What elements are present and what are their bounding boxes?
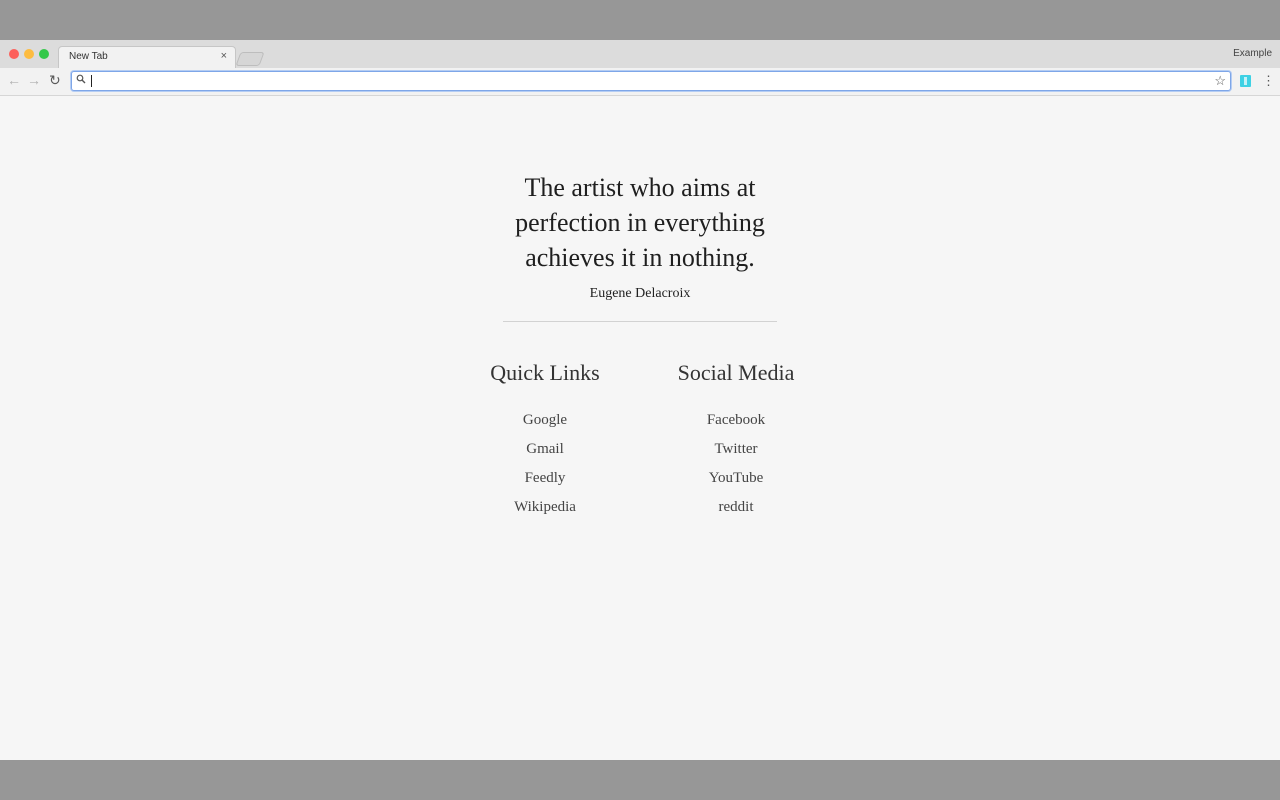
minimize-window-button[interactable] bbox=[24, 49, 34, 59]
quote-line: perfection in everything bbox=[515, 208, 765, 237]
address-input[interactable] bbox=[90, 73, 1200, 88]
quick-links-title: Quick Links bbox=[490, 360, 600, 385]
link-feedly[interactable]: Feedly bbox=[450, 464, 640, 493]
star-icon[interactable]: ☆ bbox=[1214, 73, 1226, 88]
browser-toolbar: ← → ↻ ☆ ⋮ bbox=[0, 68, 1280, 96]
tab-close-icon[interactable]: × bbox=[221, 50, 227, 62]
divider bbox=[503, 321, 777, 322]
link-gmail[interactable]: Gmail bbox=[450, 435, 640, 464]
tab-strip: New Tab × Example bbox=[0, 40, 1280, 69]
profile-label[interactable]: Example bbox=[1233, 48, 1272, 59]
link-google[interactable]: Google bbox=[450, 406, 640, 435]
link-reddit[interactable]: reddit bbox=[641, 493, 831, 522]
search-icon bbox=[76, 74, 86, 84]
quick-links-section: Quick Links Google Gmail Feedly Wikipedi… bbox=[450, 360, 640, 522]
close-window-button[interactable] bbox=[9, 49, 19, 59]
link-youtube[interactable]: YouTube bbox=[641, 464, 831, 493]
text-caret bbox=[91, 75, 92, 87]
reload-icon[interactable]: ↻ bbox=[49, 72, 61, 88]
tab-title: New Tab bbox=[69, 51, 108, 62]
quote-author: Eugene Delacroix bbox=[589, 286, 691, 301]
extension-icon[interactable] bbox=[1240, 75, 1251, 87]
arrow-left-icon[interactable]: ← bbox=[7, 72, 21, 88]
link-facebook[interactable]: Facebook bbox=[641, 406, 831, 435]
social-media-title: Social Media bbox=[677, 360, 795, 385]
new-tab-button[interactable] bbox=[235, 52, 265, 66]
link-twitter[interactable]: Twitter bbox=[641, 435, 831, 464]
quote: The artist who aims at perfection in eve… bbox=[440, 170, 840, 275]
tab-new-tab[interactable]: New Tab × bbox=[58, 46, 236, 69]
quote-line: achieves it in nothing. bbox=[525, 243, 755, 272]
maximize-window-button[interactable] bbox=[39, 49, 49, 59]
browser-window: New Tab × Example ← → ↻ ☆ ⋮ The artist w… bbox=[0, 40, 1280, 760]
social-media-section: Social Media Facebook Twitter YouTube re… bbox=[641, 360, 831, 522]
arrow-right-icon[interactable]: → bbox=[27, 72, 41, 88]
link-wikipedia[interactable]: Wikipedia bbox=[450, 493, 640, 522]
new-tab-page: The artist who aims at perfection in eve… bbox=[0, 96, 1280, 760]
quote-line: The artist who aims at bbox=[524, 173, 756, 202]
more-vertical-icon[interactable]: ⋮ bbox=[1262, 73, 1275, 88]
address-bar[interactable]: ☆ bbox=[71, 71, 1231, 91]
